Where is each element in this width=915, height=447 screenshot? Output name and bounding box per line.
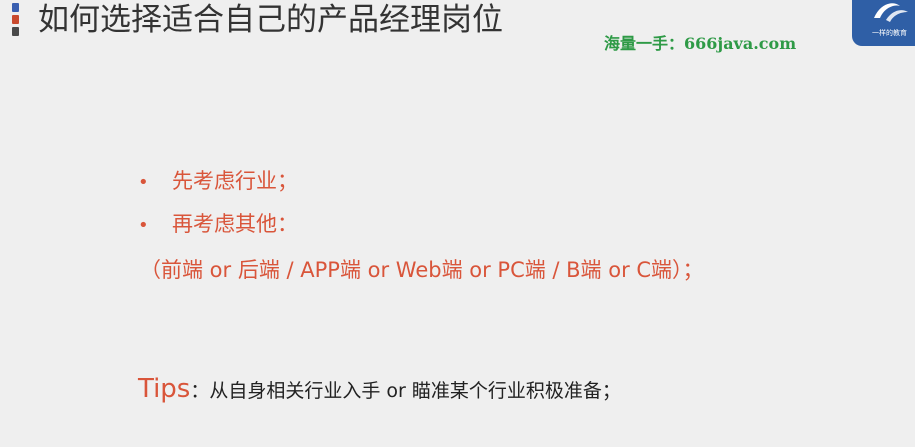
slide-title: 如何选择适合自己的产品经理岗位 bbox=[38, 2, 503, 38]
options-detail: （前端 or 后端 / APP端 or Web端 or PC端 / B端 or … bbox=[140, 258, 704, 282]
bullet-marker: • bbox=[138, 172, 149, 193]
accent-block-blue bbox=[12, 3, 19, 12]
brand-logo: 一样的教育 bbox=[852, 0, 915, 46]
slide: 如何选择适合自己的产品经理岗位 海量一手：666java.com 一样的教育 •… bbox=[0, 0, 915, 447]
bullet-item: • 先考虑行业； bbox=[138, 165, 298, 195]
bullet-marker: • bbox=[138, 215, 149, 236]
tips-text: ：从自身相关行业入手 or 瞄准某个行业积极准备； bbox=[190, 380, 621, 402]
logo-caption: 一样的教育 bbox=[872, 29, 907, 37]
tips-label: Tips bbox=[138, 374, 191, 404]
accent-block-red bbox=[12, 15, 19, 24]
bullet-item: • 再考虑其他： bbox=[138, 208, 298, 238]
tips-line: Tips：从自身相关行业入手 or 瞄准某个行业积极准备； bbox=[138, 374, 621, 404]
watermark-text: 海量一手：666java.com bbox=[604, 34, 797, 53]
bullet-text: 先考虑行业； bbox=[172, 169, 298, 193]
title-accent-bar bbox=[12, 0, 19, 40]
logo-swirl-icon bbox=[874, 3, 908, 22]
bullet-text: 再考虑其他： bbox=[172, 212, 298, 236]
accent-block-dark bbox=[12, 27, 19, 36]
